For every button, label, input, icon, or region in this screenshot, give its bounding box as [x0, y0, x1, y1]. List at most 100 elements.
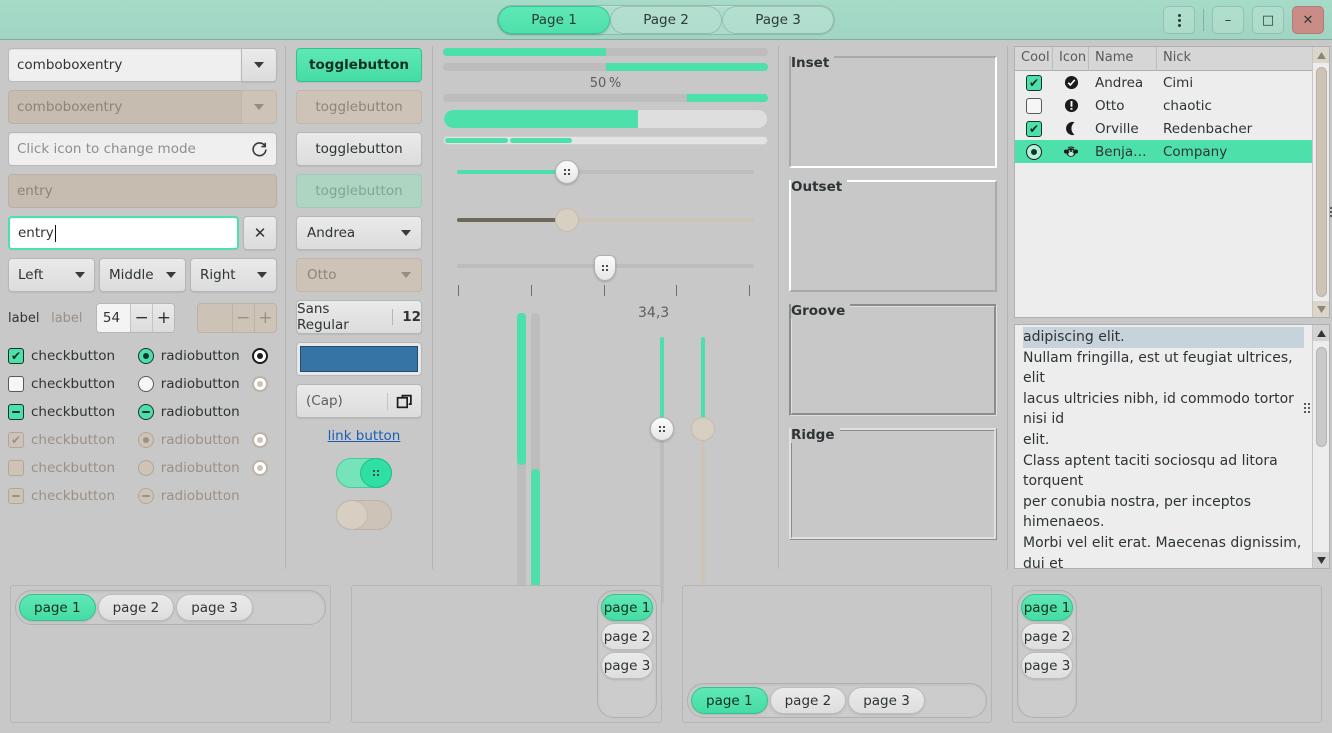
notebook-right-tab-2[interactable]: page 2: [601, 623, 653, 650]
column-header-nick[interactable]: Nick: [1157, 47, 1312, 70]
checkbutton-row[interactable]: checkbutton: [8, 370, 138, 398]
check-icon[interactable]: ✔: [1026, 120, 1042, 137]
notebook-top-tab-1[interactable]: page 1: [19, 594, 96, 621]
color-button[interactable]: [296, 342, 422, 376]
spinbutton[interactable]: 54 − +: [95, 303, 176, 333]
scroll-up-icon[interactable]: [1313, 47, 1329, 63]
notebook-left-tab-1[interactable]: page 1: [1021, 594, 1073, 621]
textview-resize-grip[interactable]: [1304, 403, 1310, 413]
table-row[interactable]: Otto chaotic: [1015, 94, 1312, 117]
radio-icon[interactable]: [137, 348, 154, 364]
frame-groove: Groove: [789, 303, 997, 416]
link-button[interactable]: link button: [296, 428, 432, 444]
page-switcher-tab-1[interactable]: Page 1: [498, 5, 610, 34]
treeview: Cool Icon Name Nick ✔ Andrea Cimi Otto c…: [1014, 46, 1332, 318]
textview[interactable]: adipiscing elit. Nullam fringilla, est u…: [1014, 324, 1330, 569]
combo-name-disabled: Otto: [296, 258, 422, 292]
notebook-right-tab-3[interactable]: page 3: [601, 652, 653, 679]
combo-middle[interactable]: Middle: [99, 258, 186, 292]
cell-cool[interactable]: ✔: [1015, 120, 1053, 137]
refresh-icon[interactable]: [251, 141, 268, 158]
switch-off-knob[interactable]: [336, 500, 368, 530]
combo-left[interactable]: Left: [8, 258, 95, 292]
textview-scrollbar[interactable]: [1312, 325, 1329, 568]
vscale-1-handle[interactable]: [650, 417, 674, 441]
page-switcher: Page 1 Page 2 Page 3: [497, 4, 835, 35]
page-switcher-tab-2[interactable]: Page 2: [610, 5, 722, 34]
textview-content[interactable]: adipiscing elit. Nullam fringilla, est u…: [1015, 325, 1312, 568]
switch-off[interactable]: [336, 500, 392, 530]
hscale-3-with-marks[interactable]: [443, 255, 768, 281]
comboboxentry-input[interactable]: comboboxentry: [8, 48, 241, 82]
switch-on[interactable]: [336, 458, 392, 488]
check-icon[interactable]: ✔: [1026, 74, 1042, 91]
checkbutton-row-disabled: ✔ checkbutton: [8, 426, 138, 454]
checkbutton-row[interactable]: ✔ checkbutton: [8, 342, 138, 370]
hscale-1[interactable]: [443, 155, 768, 189]
scroll-down-icon[interactable]: [1313, 301, 1329, 317]
page-switcher-tab-3[interactable]: Page 3: [722, 5, 834, 34]
font-button[interactable]: Sans Regular 12: [296, 300, 422, 334]
hscale-3-handle[interactable]: [593, 255, 616, 281]
scroll-down-icon[interactable]: [1313, 552, 1329, 568]
check-icon[interactable]: ✔: [8, 348, 24, 364]
radiobutton-row[interactable]: radiobutton: [137, 398, 243, 426]
notebook-bottom-tab-2[interactable]: page 2: [769, 687, 847, 714]
notebook-bottom-tab-3[interactable]: page 3: [848, 687, 925, 714]
entry-with-clear: entry ✕: [8, 216, 277, 250]
column-header-cool[interactable]: Cool: [1015, 47, 1053, 70]
minimize-button[interactable]: –: [1212, 6, 1244, 34]
comboboxentry-disabled-input: comboboxentry: [8, 90, 241, 124]
radiobutton-row[interactable]: radiobutton: [137, 370, 243, 398]
table-row[interactable]: Benja… Company: [1015, 140, 1312, 163]
check-icon[interactable]: [8, 376, 24, 392]
radio-icon[interactable]: [137, 376, 154, 392]
togglebutton-active[interactable]: togglebutton: [296, 48, 422, 82]
notebook-top-tab-3[interactable]: page 3: [176, 594, 253, 621]
radio-icon[interactable]: [1026, 143, 1042, 160]
entry-clear-button[interactable]: ✕: [243, 216, 277, 250]
column-header-name[interactable]: Name: [1089, 47, 1157, 70]
table-row[interactable]: ✔ Orville Redenbacher: [1015, 117, 1312, 140]
treeview-scrollbar[interactable]: [1312, 47, 1329, 317]
table-row[interactable]: ✔ Andrea Cimi: [1015, 71, 1312, 94]
combo-name[interactable]: Andrea: [296, 216, 422, 250]
cell-cool[interactable]: [1015, 97, 1053, 114]
hscale-1-handle[interactable]: [554, 160, 579, 184]
cell-cool[interactable]: ✔: [1015, 74, 1053, 91]
check-mixed-icon[interactable]: [8, 404, 24, 420]
notebook-bottom-tab-1[interactable]: page 1: [691, 687, 768, 714]
radiobutton-row[interactable]: radiobutton: [137, 342, 243, 370]
notebook-left-tab-2[interactable]: page 2: [1021, 623, 1073, 650]
radio-mixed-icon[interactable]: [137, 404, 154, 420]
notebook-right-tab-1[interactable]: page 1: [601, 594, 653, 621]
notebook-top-tab-2[interactable]: page 2: [97, 594, 175, 621]
cell-cool[interactable]: [1015, 143, 1053, 160]
app-chooser-button[interactable]: (Cap): [296, 384, 422, 418]
notebook-left-tab-3[interactable]: page 3: [1021, 652, 1073, 679]
bare-radio-disabled: [251, 426, 268, 454]
cell-nick: Redenbacher: [1163, 120, 1253, 137]
comboboxentry-arrow-button[interactable]: [241, 48, 277, 82]
entry-focused[interactable]: entry: [8, 216, 239, 250]
switch-on-knob[interactable]: [360, 458, 392, 488]
togglebutton-normal[interactable]: togglebutton: [296, 132, 422, 166]
treeview-scroll-thumb[interactable]: [1316, 67, 1327, 297]
column-header-icon[interactable]: Icon: [1053, 47, 1089, 70]
spinbutton-minus[interactable]: −: [130, 304, 153, 332]
bare-radio[interactable]: [251, 342, 268, 370]
icon-entry[interactable]: Click icon to change mode: [8, 132, 277, 166]
textview-scroll-thumb[interactable]: [1316, 347, 1327, 447]
menu-button[interactable]: [1163, 6, 1195, 34]
notebook-bottom-tab-2-label: page 2: [784, 692, 832, 709]
radio-icon[interactable]: [251, 348, 268, 364]
spinbutton-value[interactable]: 54: [96, 304, 131, 332]
check-icon[interactable]: [1026, 97, 1042, 114]
close-button[interactable]: ✕: [1292, 6, 1324, 34]
checkbutton-row[interactable]: checkbutton: [8, 398, 138, 426]
spinbutton-plus[interactable]: +: [152, 304, 175, 332]
combo-right[interactable]: Right: [190, 258, 277, 292]
comboboxentry-enabled[interactable]: comboboxentry: [8, 48, 277, 82]
maximize-button[interactable]: □: [1252, 6, 1284, 34]
scroll-up-icon[interactable]: [1313, 325, 1329, 341]
